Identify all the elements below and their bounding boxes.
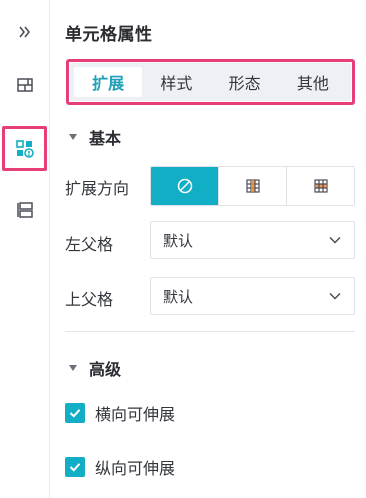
expand-vertical-option[interactable] bbox=[219, 167, 287, 205]
caret-down-icon bbox=[69, 365, 77, 371]
left-parent-label: 左父格 bbox=[65, 235, 114, 254]
horizontal-stretch-label: 横向可伸展 bbox=[95, 405, 176, 424]
double-chevron-right-icon bbox=[19, 26, 31, 38]
vertical-stretch-label: 纵向可伸展 bbox=[95, 459, 176, 478]
up-parent-select[interactable]: 默认 bbox=[150, 277, 355, 315]
layout-button[interactable] bbox=[9, 69, 41, 101]
cell-properties-panel: 单元格属性 扩展 样式 形态 其他 基本 扩展方向 左父格 默认 上父格 默认 … bbox=[51, 0, 366, 498]
widget-button[interactable] bbox=[9, 194, 41, 226]
property-tabs: 扩展 样式 形态 其他 bbox=[70, 63, 351, 101]
horizontal-stretch-checkbox[interactable] bbox=[65, 403, 85, 423]
expand-horizontal-option[interactable] bbox=[287, 167, 354, 205]
horizontal-expand-icon bbox=[313, 179, 328, 193]
caret-down-icon bbox=[69, 134, 77, 140]
up-parent-value: 默认 bbox=[163, 287, 194, 306]
cell-properties-icon bbox=[16, 140, 34, 158]
checkmark-icon bbox=[69, 409, 81, 418]
expand-none-option[interactable] bbox=[151, 167, 219, 205]
expand-direction-selector bbox=[150, 166, 355, 206]
basic-section-title: 基本 bbox=[89, 129, 122, 148]
basic-section-toggle[interactable]: 基本 bbox=[69, 125, 121, 149]
advanced-section-toggle[interactable]: 高级 bbox=[69, 356, 121, 380]
expand-direction-label: 扩展方向 bbox=[65, 179, 130, 198]
section-divider bbox=[65, 331, 355, 332]
left-parent-value: 默认 bbox=[163, 231, 194, 250]
collapse-panel-button[interactable] bbox=[9, 16, 41, 48]
widget-icon bbox=[17, 202, 33, 218]
panel-title: 单元格属性 bbox=[65, 25, 153, 45]
tab-expand[interactable]: 扩展 bbox=[74, 67, 143, 97]
chevron-down-icon bbox=[329, 292, 341, 300]
cell-properties-button[interactable] bbox=[9, 133, 41, 165]
horizontal-stretch-checkbox-row[interactable]: 横向可伸展 bbox=[65, 401, 175, 425]
up-parent-label: 上父格 bbox=[65, 290, 114, 309]
chevron-down-icon bbox=[329, 236, 341, 244]
tab-style[interactable]: 样式 bbox=[142, 67, 210, 97]
layout-grid-icon bbox=[17, 78, 33, 92]
vertical-stretch-checkbox-row[interactable]: 纵向可伸展 bbox=[65, 455, 175, 479]
tab-other[interactable]: 其他 bbox=[279, 67, 347, 97]
advanced-section-title: 高级 bbox=[89, 360, 122, 379]
vertical-expand-icon bbox=[245, 179, 260, 193]
icon-rail bbox=[0, 0, 50, 498]
no-expand-icon bbox=[177, 178, 192, 194]
left-parent-select[interactable]: 默认 bbox=[150, 221, 355, 259]
tab-form[interactable]: 形态 bbox=[211, 67, 279, 97]
checkmark-icon bbox=[69, 463, 81, 472]
vertical-stretch-checkbox[interactable] bbox=[65, 457, 85, 477]
